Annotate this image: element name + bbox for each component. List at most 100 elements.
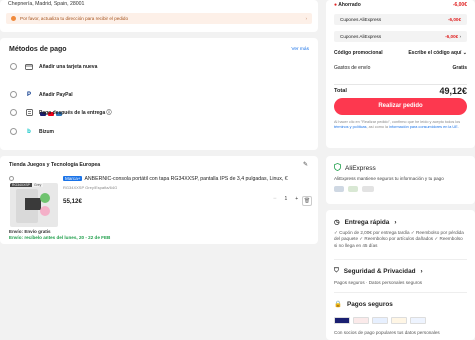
paypal-icon: P — [26, 91, 31, 98]
protection-desc: AliExpress mantiene seguros tu informaci… — [334, 176, 444, 181]
radio-button[interactable] — [10, 128, 17, 135]
warning-icon — [11, 16, 16, 21]
security-text: Pagos seguros · Datos personales seguros — [334, 280, 423, 285]
address-line: Chepnería, Madrid, Spain, 28001 — [8, 1, 85, 7]
payment-logos — [334, 317, 426, 324]
payment-option-paypal[interactable]: P Añadir PayPal — [10, 91, 73, 98]
chevron-right-icon: › — [420, 267, 423, 275]
total-label: Total — [334, 88, 347, 94]
jcb-icon — [410, 317, 426, 324]
brand-plus-badge: Marca+ — [63, 176, 83, 181]
info-card: ◷ Entrega rápida › ✓ Cupón de 2,00€ por … — [326, 210, 475, 340]
security-logo-icon — [334, 186, 344, 192]
device-image — [16, 189, 41, 223]
saved-value: -6,00€ — [452, 2, 467, 8]
address-card: Chepnería, Madrid, Spain, 28001 Por favo… — [0, 0, 318, 32]
color-swatch — [40, 206, 50, 216]
security-header[interactable]: ⛉ Seguridad & Privacidad › — [334, 267, 423, 275]
coupon-row[interactable]: Cupones AliExpress -6,00€ — [334, 14, 467, 25]
coupon-value-wrap: -6,00€ › — [445, 34, 461, 39]
payment-option-card[interactable]: Añadir una tarjeta nueva — [10, 63, 97, 70]
shipping-row: Gastos de envío Gratis — [334, 65, 467, 71]
shield-icon — [334, 163, 341, 173]
pay-later-icon — [25, 109, 33, 116]
protection-header: AliExpress — [334, 163, 376, 173]
chevron-right-icon: › — [394, 218, 397, 226]
chevron-right-icon: › — [305, 16, 307, 21]
secure-payments-title: Pagos seguros — [346, 300, 393, 308]
visa-icon — [334, 317, 350, 324]
security-logos — [334, 186, 374, 192]
buyer-protection-card: AliExpress AliExpress mantiene seguros t… — [326, 156, 475, 204]
delivery-estimate: Envío: recíbelo antes del lunes, 20 - 22… — [9, 235, 111, 240]
edit-icon[interactable]: ✎ — [303, 161, 308, 168]
radio-button[interactable] — [10, 91, 17, 98]
coupon-value: -6,00€ — [447, 17, 461, 22]
clock-icon: ◷ — [334, 219, 340, 226]
shipping-info: Envío: Envío gratis — [9, 229, 51, 234]
security-logo-icon — [348, 186, 358, 192]
minus-circle-icon: ● — [334, 2, 338, 8]
product-variant[interactable]: RG34XXSP Grey/España/64G — [63, 185, 117, 190]
promo-input[interactable]: Escribe el código aquí ⌄ — [408, 50, 467, 56]
product-price: 55,12€ — [63, 198, 82, 205]
shield-check-icon: ⛉ — [334, 267, 339, 274]
thumb-tag: RG34XXSP — [10, 183, 32, 187]
quantity-value: 1 — [284, 196, 288, 202]
legal-text: Al hacer clic en "Realizar pedido", conf… — [334, 120, 461, 129]
decrease-button[interactable]: − — [273, 196, 277, 202]
maestro-icon — [372, 317, 388, 324]
fast-delivery-header[interactable]: ◷ Entrega rápida › — [334, 218, 397, 227]
consumer-info-link[interactable]: información para consumidores en la UE. — [389, 125, 459, 129]
product-title[interactable]: Marca+ ANBERNIC-consola portátil con tapa… — [63, 176, 315, 182]
chevron-right-icon: › — [459, 34, 461, 39]
product-image[interactable]: RG34XXSP Grey — [10, 183, 58, 227]
secure-payments-header: 🔒 Pagos seguros — [334, 300, 393, 309]
promo-label: Código promocional — [334, 50, 383, 56]
payment-option-label: Bizum — [39, 128, 54, 135]
address-warning[interactable]: Por favor, actualiza tu dirección para r… — [6, 13, 312, 24]
shipping-label: Gastos de envío — [334, 65, 371, 71]
payment-option-label: Pago después de la entrega ⓘ — [39, 110, 112, 116]
saved-row[interactable]: ● Ahorrado -6,00€ — [334, 2, 467, 8]
place-order-button[interactable]: Realizar pedido — [334, 98, 467, 115]
store-name[interactable]: Tienda Juegos y Tecnología Europea — [9, 162, 100, 168]
item-checkbox[interactable] — [9, 176, 14, 181]
coupon-label: Cupones AliExpress — [340, 34, 382, 39]
divider — [334, 84, 467, 85]
store-card: Tienda Juegos y Tecnología Europea ✎ RG3… — [0, 156, 318, 244]
shipping-value: Gratis — [452, 65, 467, 71]
fast-delivery-title: Entrega rápida — [344, 218, 390, 226]
quantity-stepper: − 1 + — [273, 196, 298, 202]
product-title-text: ANBERNIC-consola portátil con tapa RG34X… — [84, 176, 288, 182]
payment-methods-card: Métodos de pago Ver más Añadir una tarje… — [0, 38, 318, 150]
bizum-icon: b — [27, 128, 31, 135]
saved-label: ● Ahorrado — [334, 2, 361, 8]
chevron-down-icon: ⌄ — [462, 50, 467, 56]
radio-button[interactable] — [10, 109, 17, 116]
radio-button[interactable] — [10, 63, 17, 70]
trash-icon[interactable]: 🗑 — [302, 196, 312, 206]
divider — [334, 259, 467, 260]
payment-option-label: Añadir PayPal — [39, 91, 73, 98]
amex-icon — [391, 317, 407, 324]
coupon-row[interactable]: Cupones AliExpress -6,00€ › — [334, 31, 467, 42]
payment-option-cod[interactable]: Pago después de la entrega ⓘ — [10, 109, 112, 116]
fast-delivery-text: ✓ Cupón de 2,00€ por entrega tardía ✓ Re… — [334, 230, 464, 248]
address-warning-text: Por favor, actualiza tu dirección para r… — [20, 16, 129, 21]
protection-title: AliExpress — [345, 164, 376, 172]
total-row: Total 49,12€ — [334, 86, 467, 96]
order-summary: ● Ahorrado -6,00€ Cupones AliExpress -6,… — [326, 0, 475, 148]
security-title: Seguridad & Privacidad — [343, 267, 416, 275]
increase-button[interactable]: + — [295, 196, 298, 202]
payment-option-bizum[interactable]: b Bizum — [10, 128, 54, 135]
promo-row[interactable]: Código promocional Escribe el código aqu… — [334, 50, 467, 56]
divider — [334, 292, 467, 293]
see-all-link[interactable]: Ver más — [291, 47, 309, 52]
terms-link[interactable]: términos y políticas — [334, 125, 367, 129]
security-logo-icon — [362, 186, 374, 192]
color-swatch — [40, 193, 50, 203]
lock-icon: 🔒 — [334, 301, 342, 308]
payment-option-label: Añadir una tarjeta nueva — [39, 63, 98, 70]
coupon-label: Cupones AliExpress — [340, 17, 382, 22]
